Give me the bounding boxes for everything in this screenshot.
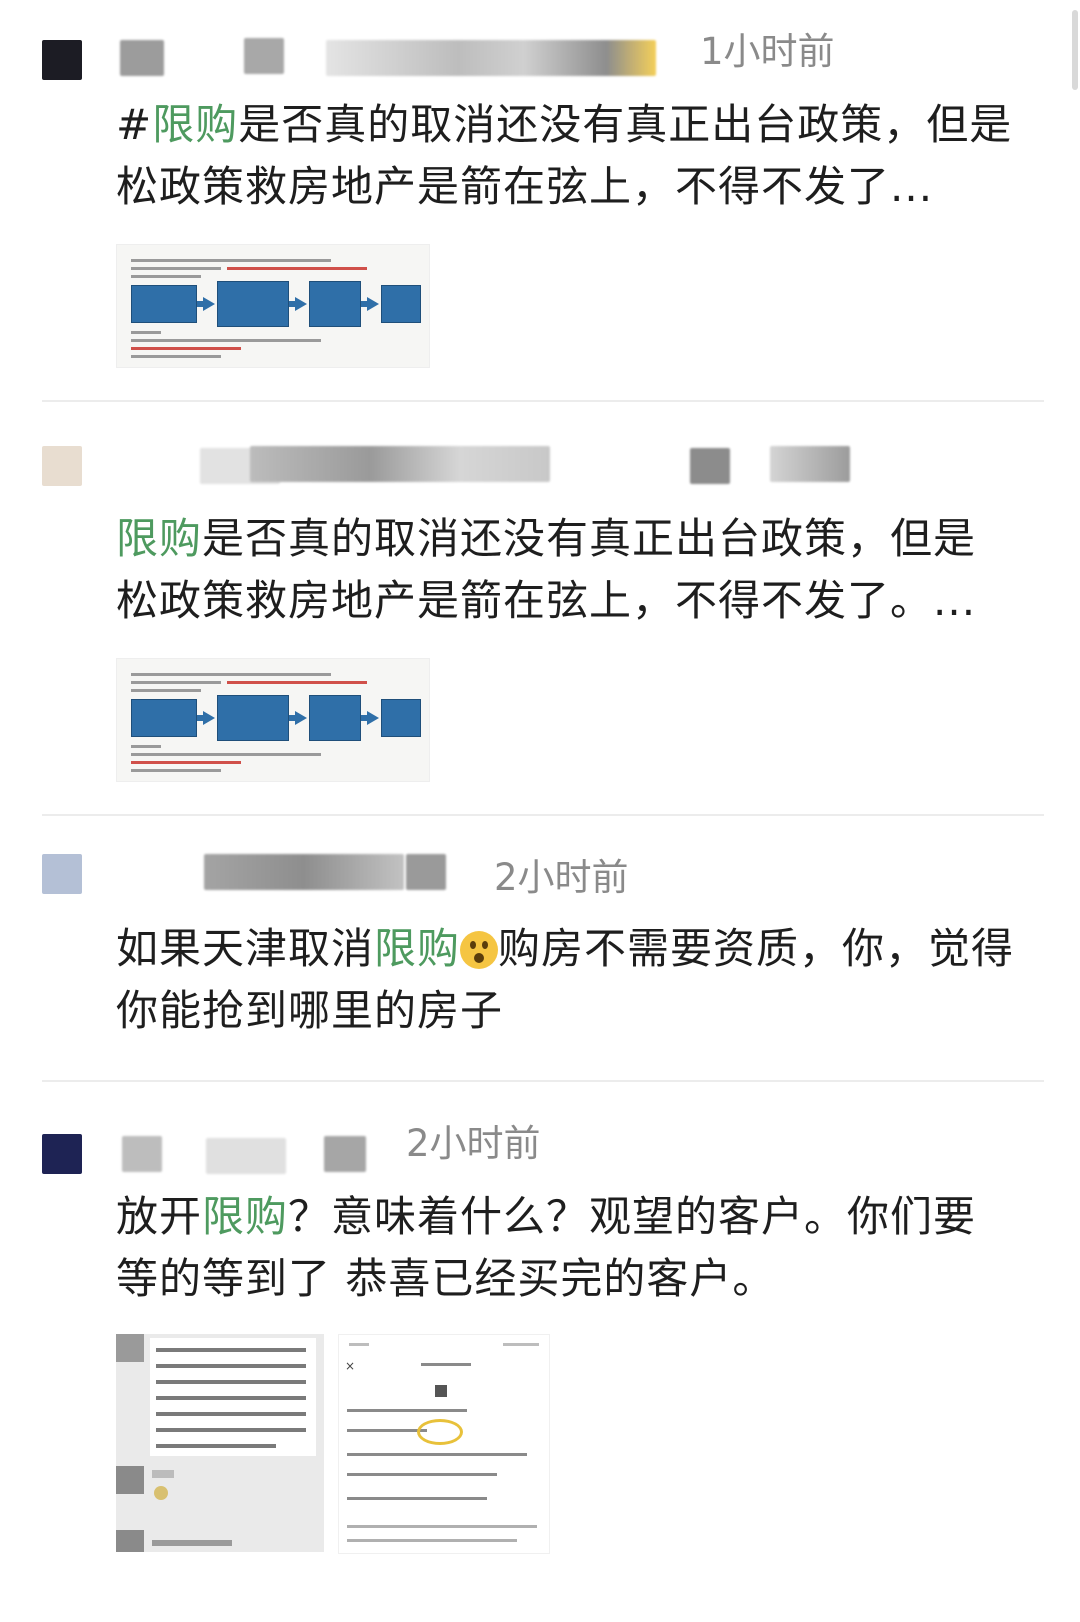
hashtag-link[interactable]: 限购 [116,514,202,563]
username-blurred [690,448,730,484]
comment-time: 1小时前 [700,30,835,73]
comment-text-prefix: # [116,100,153,149]
hashtag-link[interactable]: 限购 [152,100,238,149]
hashtag-link[interactable]: 限购 [202,1192,288,1241]
comment-text: #限购是否真的取消还没有真正出台政策，但是松政策救房地产是箭在弦上，不得不发了.… [116,94,1016,218]
hashtag-link[interactable]: 限购 [374,924,460,973]
comment-item: 2小时前 放开限购？意味着什么？观望的客户。你们要等的等到了 恭喜已经买完的客户… [0,1082,1080,1622]
comment-text: 如果天津取消限购 购房不需要资质，你，觉得你能抢到哪里的房子 [116,918,1016,1042]
avatar[interactable] [42,1134,82,1174]
username-blurred[interactable] [204,854,404,890]
comment-text: 限购是否真的取消还没有真正出台政策，但是松政策救房地产是箭在弦上，不得不发了。.… [116,508,1016,632]
attached-image-flowchart[interactable] [116,658,430,782]
comment-time: 2小时前 [406,1122,541,1165]
username-blurred[interactable] [120,40,164,76]
avatar[interactable] [42,40,82,80]
comment-time: 2小时前 [494,856,629,899]
attached-image-document[interactable]: × [338,1334,550,1554]
comment-item: 限购是否真的取消还没有真正出台政策，但是松政策救房地产是箭在弦上，不得不发了。.… [0,402,1080,814]
comment-text-rest: 是否真的取消还没有真正出台政策，但是松政策救房地产是箭在弦上，不得不发了。... [116,514,977,625]
attached-image-flowchart[interactable] [116,244,430,368]
comment-text: 放开限购？意味着什么？观望的客户。你们要等的等到了 恭喜已经买完的客户。 [116,1186,1016,1310]
username-blurred[interactable] [122,1136,162,1172]
username-blurred [206,1138,286,1174]
comment-feed: 1小时前 #限购是否真的取消还没有真正出台政策，但是松政策救房地产是箭在弦上，不… [0,0,1080,1622]
username-blurred [244,38,284,74]
username-blurred [406,854,446,890]
avatar[interactable] [42,446,82,486]
username-blurred [770,446,850,482]
comment-item: 1小时前 #限购是否真的取消还没有真正出台政策，但是松政策救房地产是箭在弦上，不… [0,0,1080,400]
comment-text-rest: 是否真的取消还没有真正出台政策，但是松政策救房地产是箭在弦上，不得不发了... [116,100,1013,211]
comment-text-prefix: 放开 [116,1192,203,1241]
comment-text-prefix: 如果天津取消 [116,924,375,973]
username-blurred [326,40,656,76]
username-blurred [250,446,550,482]
avatar[interactable] [42,854,82,894]
username-blurred [324,1136,366,1172]
attached-image-chat-screenshot[interactable] [116,1334,324,1552]
astonished-emoji-icon [460,931,499,969]
comment-item: 2小时前 如果天津取消限购 购房不需要资质，你，觉得你能抢到哪里的房子 [0,816,1080,1080]
